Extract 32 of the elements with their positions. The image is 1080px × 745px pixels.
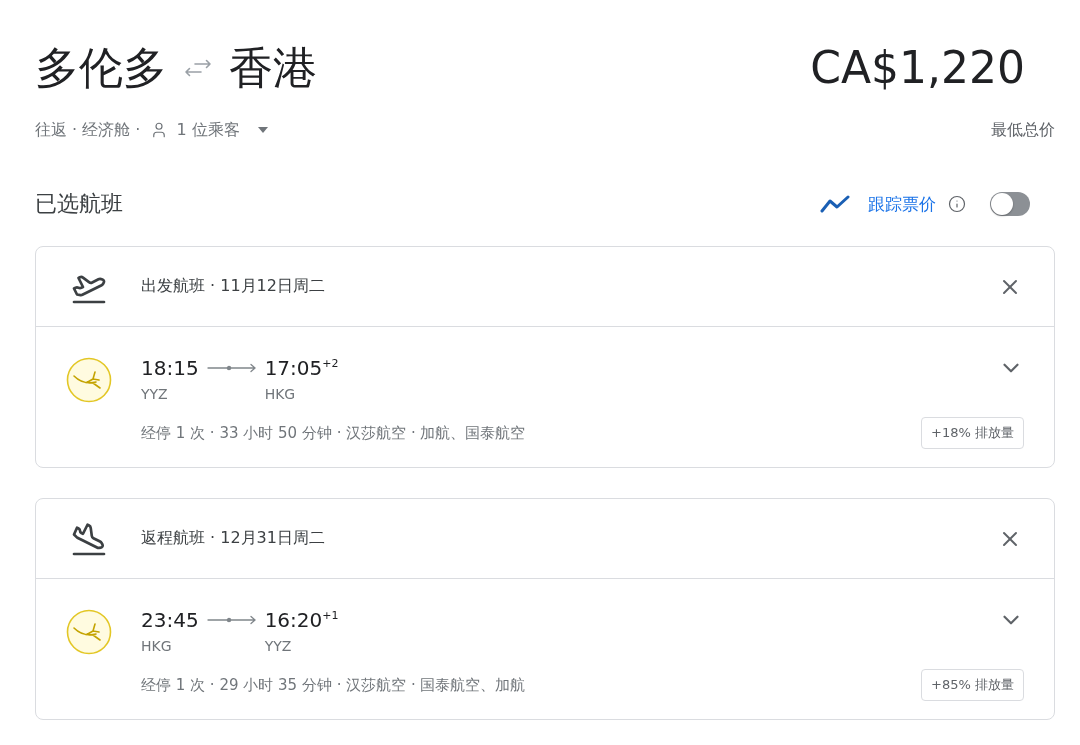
destination-city: 香港 [229, 41, 317, 95]
flight-heading: 返程航班 · 12月31日周二 [141, 528, 326, 549]
emissions-tag: +18% 排放量 [921, 417, 1024, 449]
section-title: 已选航班 [35, 190, 123, 218]
flight-details: 经停 1 次 · 33 小时 50 分钟 · 汉莎航空 · 加航、国泰航空 [141, 423, 526, 443]
arrow-icon [206, 615, 257, 625]
landing-icon [70, 520, 107, 557]
flight-details: 经停 1 次 · 29 小时 35 分钟 · 汉莎航空 · 国泰航空、加航 [141, 675, 526, 695]
emissions-tag: +85% 排放量 [921, 669, 1024, 701]
airline-logo-icon [65, 357, 112, 403]
arrival-time: 17:05$^{+2}$ [264, 355, 339, 381]
departure-time: 18:15 [141, 355, 199, 381]
trip-summary: 往返 · 经济舱 · [35, 119, 141, 141]
caret-icon [257, 127, 268, 133]
origin-city: 多伦多 [35, 41, 167, 95]
track-prices-label: 跟踪票价 [868, 192, 936, 216]
flight-heading: 出发航班 · 11月12日周二 [141, 276, 326, 297]
track-prices-toggle[interactable] [990, 192, 1030, 216]
departure-time: 23:45 [141, 607, 199, 633]
info-icon[interactable] [948, 195, 966, 213]
arrival-time: 16:20$^{+1}$ [264, 607, 339, 633]
airport-code: HKG [141, 637, 173, 655]
passenger-selector[interactable]: 1 位乘客 [150, 119, 268, 141]
swap-arrows-icon [183, 59, 213, 77]
price-note: 最低总价 [991, 119, 1055, 141]
arrow-icon [206, 363, 257, 373]
trend-line-icon [820, 195, 850, 213]
airport-code: HKG [264, 385, 297, 403]
total-price: CA$1,220 [810, 41, 1025, 95]
airport-code: YYZ [141, 385, 169, 403]
airline-logo-icon [65, 609, 112, 655]
airport-code: YYZ [264, 637, 293, 655]
